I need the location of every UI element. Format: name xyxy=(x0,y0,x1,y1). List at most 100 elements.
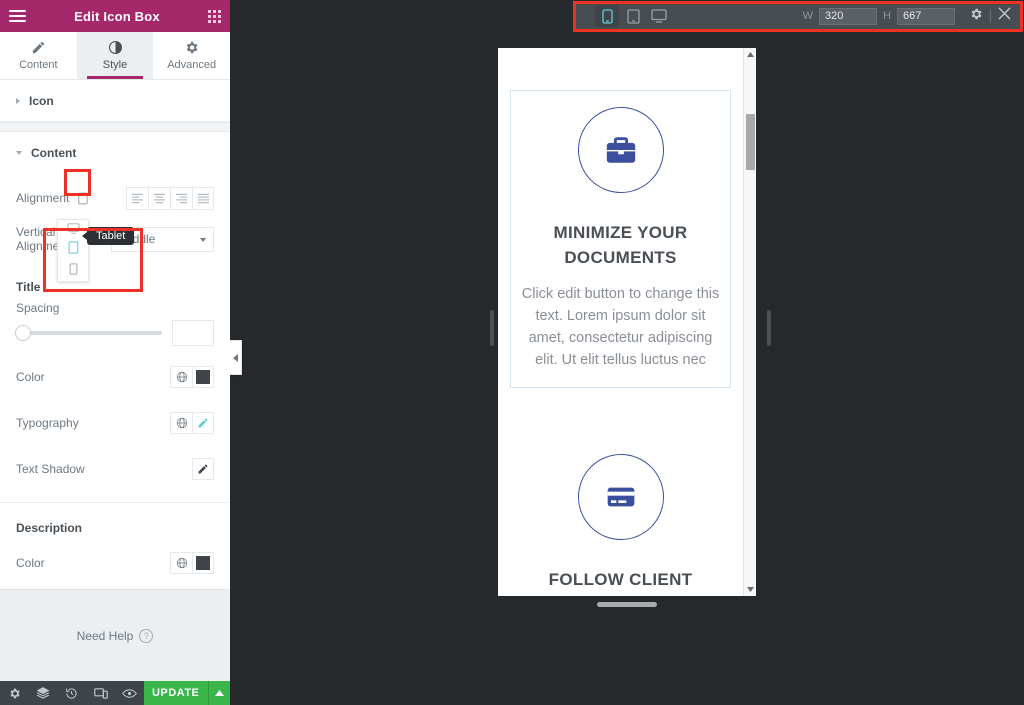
preview-scrollbar[interactable] xyxy=(743,48,756,596)
width-input[interactable] xyxy=(819,7,878,25)
icon-box-widget[interactable]: MINIMIZE YOUR DOCUMENTS Click edit butto… xyxy=(510,90,731,389)
title-typography-buttons xyxy=(170,412,214,434)
elementor-editor: MINIMIZE YOUR DOCUMENTS Click edit butto… xyxy=(0,0,1024,705)
dropdown-desktop-icon[interactable] xyxy=(67,221,80,239)
canvas-area: MINIMIZE YOUR DOCUMENTS Click edit butto… xyxy=(230,0,1024,705)
title-color-swatch[interactable] xyxy=(192,366,214,388)
icon-box-widget[interactable]: FOLLOW CLIENT PAYMENTS xyxy=(510,438,731,596)
responsive-mobile-button[interactable] xyxy=(595,5,619,27)
divider xyxy=(990,9,991,23)
align-center-button[interactable] xyxy=(148,186,170,210)
resize-handle-left[interactable] xyxy=(490,310,494,346)
question-circle-icon[interactable]: ? xyxy=(139,628,154,643)
title-typography-control: Typography xyxy=(0,406,230,440)
title-color-label: Color xyxy=(16,370,45,384)
title-group-heading: Title xyxy=(16,280,41,294)
panel-title: Edit Icon Box xyxy=(74,8,160,24)
panel-tabs: Content Style Advanced xyxy=(0,32,231,80)
slider-handle[interactable] xyxy=(15,325,31,341)
alignment-options xyxy=(126,186,214,210)
dropdown-tablet-icon[interactable] xyxy=(68,241,79,259)
editor-panel: Edit Icon Box Content Style Advanced Ico… xyxy=(0,0,231,705)
globe-icon[interactable] xyxy=(170,412,192,434)
panel-collapse-button[interactable] xyxy=(230,340,242,375)
section-divider xyxy=(0,122,230,132)
update-options-button[interactable] xyxy=(207,681,230,705)
spacing-input[interactable] xyxy=(172,320,214,346)
tab-style[interactable]: Style xyxy=(76,32,154,79)
section-content[interactable]: Content xyxy=(0,132,230,174)
tab-content-label: Content xyxy=(19,59,58,71)
preview-frame[interactable]: MINIMIZE YOUR DOCUMENTS Click edit butto… xyxy=(498,48,756,596)
spacing-slider-row xyxy=(0,320,230,346)
need-help-section[interactable]: Need Help ? xyxy=(0,589,230,681)
hamburger-icon[interactable] xyxy=(9,9,26,23)
scrollbar-thumb[interactable] xyxy=(746,114,755,170)
pencil-icon[interactable] xyxy=(192,412,214,434)
group-divider xyxy=(0,502,230,503)
history-icon[interactable] xyxy=(57,681,86,705)
dropdown-mobile-icon[interactable] xyxy=(69,262,78,280)
update-button[interactable]: UPDATE xyxy=(143,681,208,705)
align-left-button[interactable] xyxy=(126,186,148,210)
globe-icon[interactable] xyxy=(170,366,192,388)
align-right-button[interactable] xyxy=(170,186,192,210)
tab-style-label: Style xyxy=(102,59,128,71)
preview-content: MINIMIZE YOUR DOCUMENTS Click edit butto… xyxy=(498,48,743,596)
responsive-icon[interactable] xyxy=(86,681,115,705)
responsive-desktop-button[interactable] xyxy=(647,5,671,27)
gear-icon[interactable] xyxy=(969,7,983,26)
tab-advanced[interactable]: Advanced xyxy=(153,32,231,79)
panel-header: Edit Icon Box xyxy=(0,0,230,32)
title-typography-label: Typography xyxy=(16,416,79,430)
credit-card-icon xyxy=(577,454,664,541)
panel-controls: Icon Content Alignment Vertical Alignmen… xyxy=(0,80,230,589)
responsive-tablet-button[interactable] xyxy=(621,5,645,27)
description-color-buttons xyxy=(170,552,214,574)
height-input[interactable] xyxy=(897,7,955,25)
responsive-size-controls: W H xyxy=(803,7,955,25)
alignment-device-tablet-icon[interactable] xyxy=(75,190,91,206)
description-group-heading: Description xyxy=(16,521,83,535)
chevron-down-icon xyxy=(16,151,22,155)
spacing-control: Spacing xyxy=(0,298,230,318)
title-color-buttons xyxy=(170,366,214,388)
scroll-up-arrow[interactable] xyxy=(744,48,756,61)
chevron-down-icon xyxy=(200,237,206,242)
close-icon[interactable] xyxy=(998,7,1011,25)
widget-title: MINIMIZE YOUR DOCUMENTS xyxy=(553,223,688,267)
eye-icon[interactable] xyxy=(115,681,144,705)
need-help-label: Need Help xyxy=(76,628,134,643)
responsive-device-group xyxy=(595,5,671,27)
section-icon[interactable]: Icon xyxy=(0,80,230,122)
briefcase-icon xyxy=(577,107,664,193)
resize-handle-bottom[interactable] xyxy=(597,602,657,607)
title-text-shadow-label: Text Shadow xyxy=(16,462,85,476)
tab-content[interactable]: Content xyxy=(0,32,77,79)
widget-description: Click edit button to change this text. L… xyxy=(521,286,720,369)
alignment-control: Alignment xyxy=(0,181,230,215)
widget-title: FOLLOW CLIENT PAYMENTS xyxy=(548,570,693,596)
panel-footer: UPDATE xyxy=(0,681,230,705)
title-text-shadow-buttons xyxy=(192,458,214,480)
align-justify-button[interactable] xyxy=(192,186,214,210)
title-text-shadow-control: Text Shadow xyxy=(0,452,230,486)
layers-icon[interactable] xyxy=(29,681,58,705)
grid-icon[interactable] xyxy=(207,9,221,23)
description-color-swatch[interactable] xyxy=(192,552,214,574)
globe-icon[interactable] xyxy=(170,552,192,574)
chevron-right-icon xyxy=(16,97,20,104)
device-tooltip: Tablet xyxy=(82,227,135,245)
pencil-icon[interactable] xyxy=(192,458,214,480)
title-color-control: Color xyxy=(0,360,230,394)
scroll-down-arrow[interactable] xyxy=(744,583,756,596)
height-label: H xyxy=(883,10,891,22)
gear-icon[interactable] xyxy=(0,681,29,705)
section-icon-label: Icon xyxy=(29,93,54,108)
spacing-label: Spacing xyxy=(16,301,60,315)
responsive-actions xyxy=(969,7,1011,26)
resize-handle-right[interactable] xyxy=(767,310,771,346)
description-color-control: Color xyxy=(0,546,230,580)
spacing-slider[interactable] xyxy=(15,325,162,341)
alignment-label: Alignment xyxy=(16,191,70,205)
